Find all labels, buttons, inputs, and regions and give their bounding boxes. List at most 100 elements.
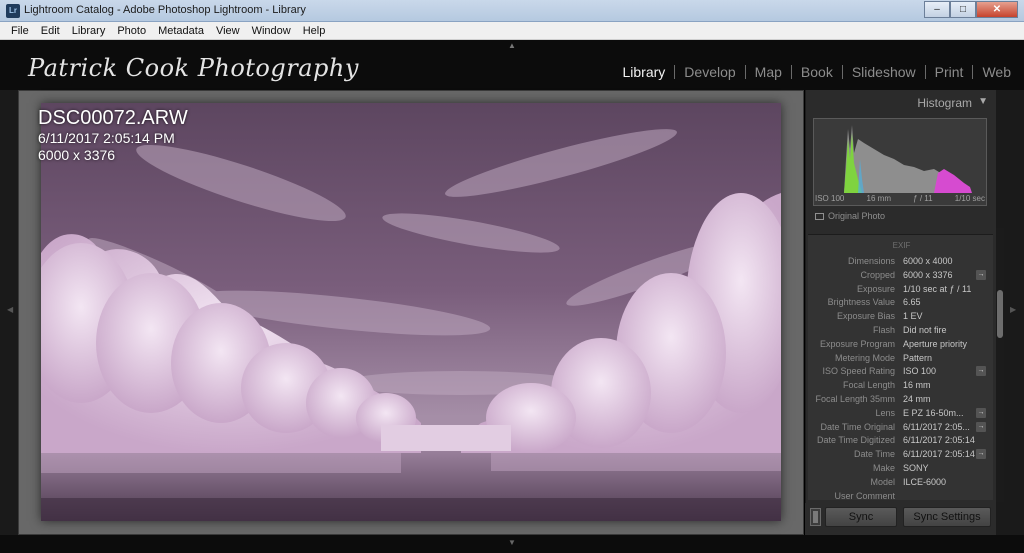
histogram-collapse-icon[interactable]: ▼ — [978, 96, 988, 107]
module-library[interactable]: Library — [614, 64, 675, 80]
menu-metadata[interactable]: Metadata — [152, 25, 210, 37]
expand-filmstrip-icon[interactable]: ▼ — [508, 538, 516, 547]
metadata-row: Date Time Original 6/11/2017 2:05... → — [808, 421, 993, 435]
menu-window[interactable]: Window — [246, 25, 297, 37]
metadata-value: 6/11/2017 2:05... — [903, 421, 970, 432]
menu-bar: File Edit Library Photo Metadata View Wi… — [0, 22, 1024, 40]
module-picker: Library Develop Map Book Slideshow Print… — [614, 64, 1021, 80]
metadata-label: Date Time Original — [820, 421, 895, 432]
module-book[interactable]: Book — [792, 64, 842, 80]
collapse-right-panel-icon[interactable]: ▶ — [1010, 305, 1016, 314]
menu-library[interactable]: Library — [66, 25, 112, 37]
metadata-jump-arrow-icon[interactable]: → — [976, 269, 986, 280]
module-develop[interactable]: Develop — [675, 64, 744, 80]
identity-plate: Patrick Cook Photography — [28, 54, 359, 82]
metadata-value: 6/11/2017 2:05:14 — [903, 449, 975, 460]
metadata-row: Brightness Value 6.65 — [808, 296, 993, 310]
metadata-label: Metering Mode — [834, 352, 895, 363]
menu-edit[interactable]: Edit — [35, 25, 66, 37]
module-print[interactable]: Print — [926, 64, 973, 80]
sync-button[interactable]: Sync — [825, 507, 897, 527]
metadata-label: ISO Speed Rating — [822, 366, 895, 377]
lightroom-app-icon: Lr — [6, 4, 20, 18]
maximize-button[interactable]: □ — [950, 1, 976, 18]
metadata-label: Focal Length — [842, 380, 895, 391]
metadata-row: Exposure Program Aperture priority — [808, 338, 993, 352]
metadata-value: 6/11/2017 2:05:14 — [903, 435, 975, 446]
metadata-jump-arrow-icon[interactable]: → — [976, 366, 986, 377]
module-slideshow[interactable]: Slideshow — [843, 64, 925, 80]
metadata-row: Date Time 6/11/2017 2:05:14 → — [808, 448, 993, 462]
module-web[interactable]: Web — [973, 64, 1020, 80]
photo-capture-time: 6/11/2017 2:05:14 PM — [38, 130, 175, 146]
sync-settings-button[interactable]: Sync Settings — [903, 507, 991, 527]
metadata-row: ISO Speed Rating ISO 100 → — [808, 365, 993, 379]
metadata-label: Date Time Digitized — [816, 435, 895, 446]
metadata-value: Aperture priority — [903, 338, 968, 349]
filmstrip-collapsed: ▼ — [0, 535, 1024, 553]
right-panel-scroll-thumb[interactable] — [997, 290, 1003, 338]
histogram-header[interactable]: Histogram ▼ — [805, 94, 996, 112]
metadata-value: 1 EV — [903, 311, 923, 322]
metadata-value: 1/10 sec at ƒ / 11 — [903, 283, 972, 294]
metadata-value: 24 mm — [903, 394, 931, 404]
menu-view[interactable]: View — [210, 25, 246, 37]
metadata-jump-arrow-icon[interactable]: → — [976, 407, 986, 418]
metadata-value: 6.65 — [903, 297, 921, 308]
metadata-value: E PZ 16-50m... — [903, 407, 964, 418]
metadata-row: Metering Mode Pattern — [808, 352, 993, 366]
metadata-row: Exposure 1/10 sec at ƒ / 11 — [808, 283, 993, 297]
metadata-label: Make — [872, 463, 895, 473]
metadata-jump-arrow-icon[interactable]: → — [976, 421, 986, 432]
metadata-row: Cropped 6000 x 3376 → — [808, 269, 993, 283]
metadata-section-title: EXIF — [892, 241, 911, 250]
expand-left-panel-icon[interactable]: ◀ — [7, 305, 13, 314]
minimize-button[interactable]: ‒ — [924, 1, 950, 18]
metadata-row: Focal Length 16 mm — [808, 379, 993, 393]
metadata-label: Date Time — [853, 449, 895, 460]
metadata-value: ILCE-6000 — [903, 476, 947, 487]
metadata-row: Date Time Digitized 6/11/2017 2:05:14 — [808, 434, 993, 448]
metadata-row: Focal Length 35mm 24 mm — [808, 393, 993, 407]
close-button[interactable]: ✕ — [976, 1, 1018, 18]
metadata-value: ISO 100 — [903, 366, 937, 377]
metadata-label: Exposure Bias — [836, 311, 895, 322]
auto-sync-switch[interactable] — [810, 508, 821, 526]
metadata-label: Brightness Value — [827, 297, 895, 308]
metadata-row: Make SONY — [808, 462, 993, 476]
menu-file[interactable]: File — [5, 25, 35, 37]
right-panel-scrollbar[interactable] — [996, 228, 1004, 502]
original-photo-label: Original Photo — [828, 211, 886, 221]
histogram-camera-info: ISO 100 16 mm ƒ / 11 1/10 sec — [813, 194, 987, 203]
collapse-top-panel-icon[interactable]: ▲ — [508, 41, 516, 50]
original-photo-toggle[interactable]: Original Photo — [815, 211, 885, 221]
window-title-bar[interactable]: Lr Lightroom Catalog - Adobe Photoshop L… — [0, 0, 1024, 22]
module-map[interactable]: Map — [746, 64, 791, 80]
metadata-value: Pattern — [903, 352, 933, 363]
metadata-label: User Comment — [834, 490, 895, 500]
histogram-plot — [844, 125, 972, 193]
metadata-row: Model ILCE-6000 — [808, 476, 993, 490]
loupe-info-overlay: DSC00072.ARW 6/11/2017 2:05:14 PM 6000 x… — [38, 106, 188, 164]
metadata-jump-arrow-icon[interactable]: → — [976, 449, 986, 460]
metadata-row: Exposure Bias 1 EV — [808, 310, 993, 324]
metadata-label: Exposure Program — [819, 338, 895, 349]
metadata-value: 6000 x 3376 — [903, 269, 953, 280]
histogram-focal-length: 16 mm — [866, 194, 891, 203]
infrared-landscape-photo[interactable] — [41, 103, 781, 521]
menu-help[interactable]: Help — [297, 25, 332, 37]
menu-photo[interactable]: Photo — [111, 25, 152, 37]
metadata-panel: EXIF Dimensions 6000 x 4000 Cropped 6000 x … — [808, 234, 993, 500]
metadata-value: Did not fire — [903, 325, 947, 335]
checkbox-icon[interactable] — [815, 212, 824, 220]
metadata-label: Exposure — [856, 283, 895, 294]
histogram-title: Histogram — [917, 96, 972, 110]
histogram-graph[interactable] — [813, 118, 987, 206]
metadata-label: Lens — [875, 407, 895, 418]
metadata-row: Dimensions 6000 x 4000 — [808, 255, 993, 269]
metadata-label: Flash — [872, 325, 895, 335]
histogram-aperture: ƒ / 11 — [913, 194, 933, 203]
photo-dimensions: 6000 x 3376 — [38, 147, 116, 163]
metadata-row: Lens E PZ 16-50m... → — [808, 407, 993, 421]
metadata-row: User Comment — [808, 490, 993, 500]
